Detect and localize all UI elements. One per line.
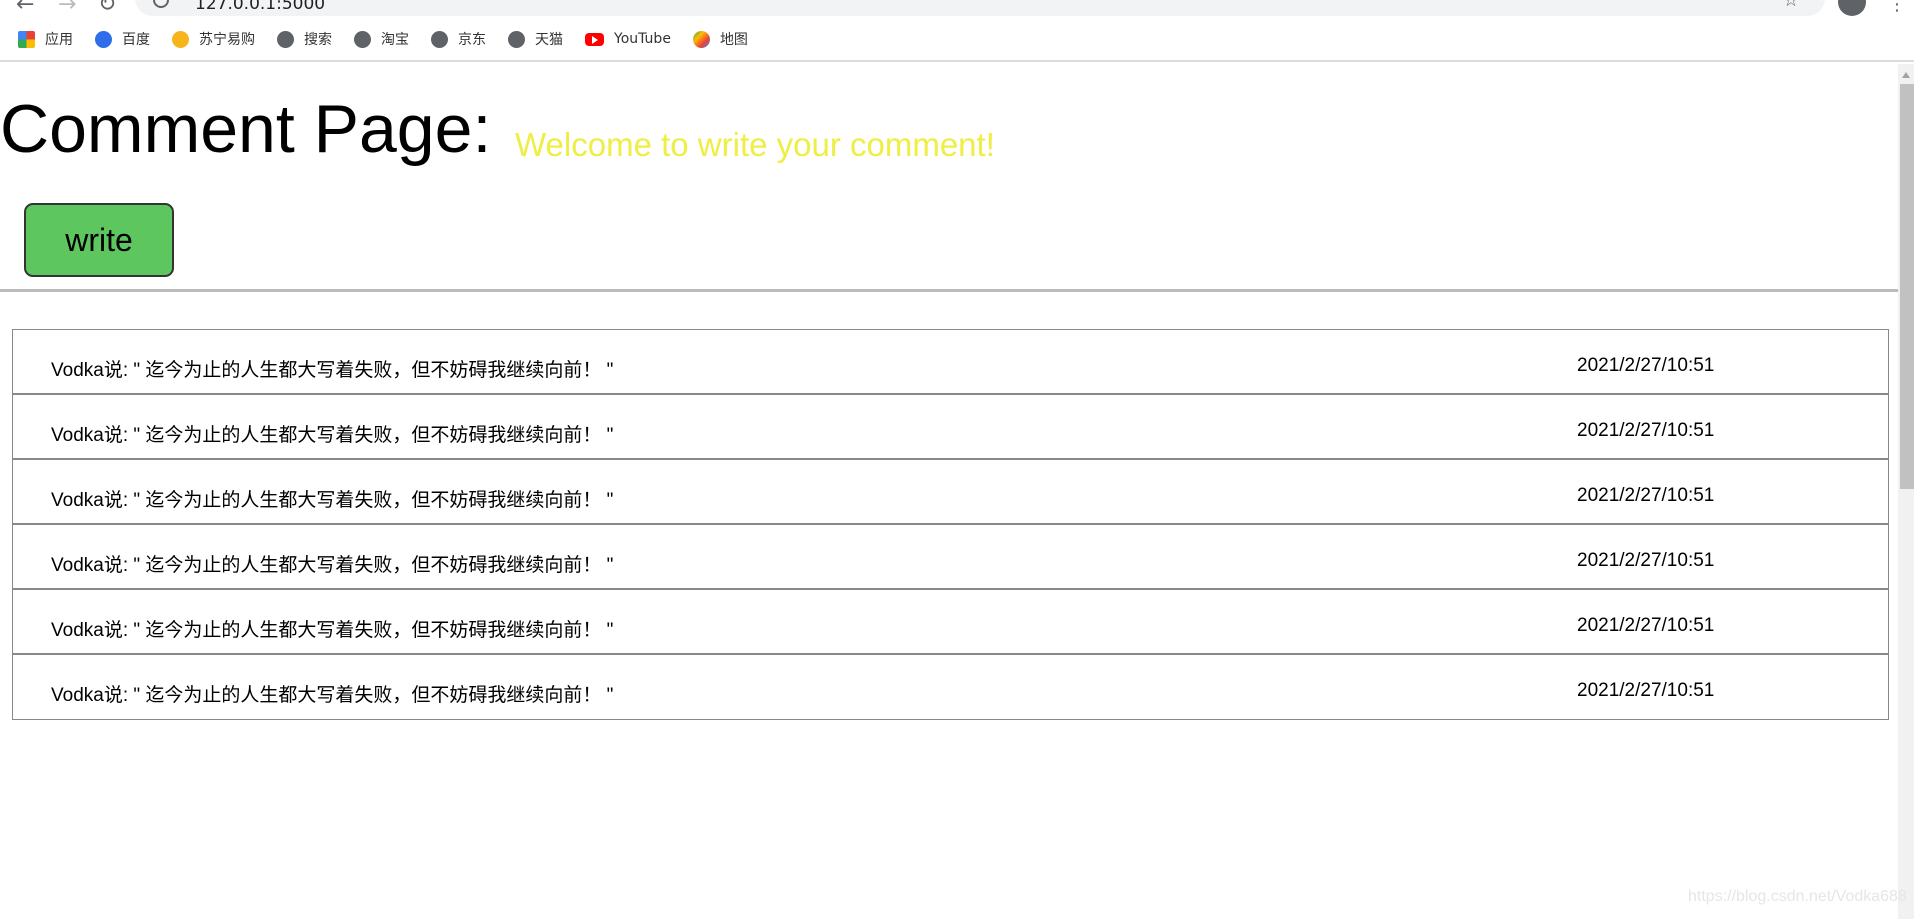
comment-text: Vodka说: " 迄今为止的人生都大写着失败，但不妨碍我继续向前！ ": [51, 555, 614, 576]
reload-icon[interactable]: ↻: [98, 0, 116, 17]
comment-row: Vodka说: " 迄今为止的人生都大写着失败，但不妨碍我继续向前！ " 2021…: [13, 655, 1888, 720]
info-icon[interactable]: [153, 0, 169, 8]
comment-row: Vodka说: " 迄今为止的人生都大写着失败，但不妨碍我继续向前！ " 2021…: [13, 395, 1888, 460]
bookmark-item[interactable]: 苏宁易购: [172, 29, 255, 49]
watermark: https://blog.csdn.net/Vodka688: [1688, 888, 1907, 905]
bookmark-label: YouTube: [614, 31, 671, 47]
apps-grid-icon: [18, 30, 35, 48]
bookmark-item[interactable]: 京东: [431, 29, 486, 49]
comment-row: Vodka说: " 迄今为止的人生都大写着失败，但不妨碍我继续向前！ " 2021…: [13, 525, 1888, 590]
forward-icon[interactable]: →: [58, 0, 76, 17]
bookmark-label: 淘宝: [381, 32, 409, 48]
bookmark-item[interactable]: YouTube: [585, 31, 671, 47]
comment-list: Vodka说: " 迄今为止的人生都大写着失败，但不妨碍我继续向前！ " 2021…: [12, 329, 1889, 720]
url-text: 127.0.0.1:5000: [195, 0, 326, 14]
bookmark-label: 百度: [122, 32, 150, 48]
divider: [0, 289, 1898, 292]
youtube-icon: [585, 32, 604, 46]
bookmarks-bar: 应用 百度 苏宁易购 搜索 淘宝 京东 天猫 YouTube 地图: [0, 18, 1914, 62]
baidu-paw-icon: [95, 30, 112, 48]
bookmark-item[interactable]: 地图: [692, 29, 748, 49]
comment-row: Vodka说: " 迄今为止的人生都大写着失败，但不妨碍我继续向前！ " 2021…: [13, 330, 1888, 395]
comment-date: 2021/2/27/10:51: [1577, 485, 1715, 506]
scrollbar-thumb[interactable]: [1900, 84, 1914, 489]
comment-date: 2021/2/27/10:51: [1577, 420, 1715, 441]
bookmark-item[interactable]: 淘宝: [354, 29, 409, 49]
comment-text: Vodka说: " 迄今为止的人生都大写着失败，但不妨碍我继续向前！ ": [51, 490, 614, 511]
comment-text: Vodka说: " 迄今为止的人生都大写着失败，但不妨碍我继续向前！ ": [51, 425, 614, 446]
comment-date: 2021/2/27/10:51: [1577, 355, 1715, 376]
bookmark-item[interactable]: 搜索: [277, 29, 332, 49]
scrollbar[interactable]: [1898, 64, 1914, 919]
comment-date: 2021/2/27/10:51: [1577, 680, 1715, 701]
comment-row: Vodka说: " 迄今为止的人生都大写着失败，但不妨碍我继续向前！ " 2021…: [13, 460, 1888, 525]
comment-text: Vodka说: " 迄今为止的人生都大写着失败，但不妨碍我继续向前！ ": [51, 360, 614, 381]
bookmark-label: 地图: [719, 32, 748, 48]
bookmark-label: 苏宁易购: [199, 32, 255, 48]
comment-date: 2021/2/27/10:51: [1577, 550, 1715, 571]
profile-icon[interactable]: [1838, 0, 1866, 16]
comment-date: 2021/2/27/10:51: [1577, 615, 1715, 636]
bookmark-label: 应用: [45, 32, 73, 48]
globe-icon: [354, 30, 371, 48]
star-icon[interactable]: ☆: [1783, 0, 1799, 11]
address-bar[interactable]: 127.0.0.1:5000 ☆: [135, 0, 1825, 16]
comment-page: Comment Page: Welcome to write your comm…: [0, 64, 1898, 919]
menu-icon[interactable]: ⋮: [1888, 0, 1906, 15]
bookmark-label: 天猫: [535, 32, 563, 48]
globe-icon: [277, 30, 294, 48]
welcome-text: Welcome to write your comment!: [515, 126, 995, 163]
comment-text: Vodka说: " 迄今为止的人生都大写着失败，但不妨碍我继续向前！ ": [51, 620, 614, 641]
globe-icon: [508, 30, 525, 48]
bookmark-item[interactable]: 天猫: [508, 29, 563, 49]
maps-icon: [692, 30, 710, 48]
suning-lion-icon: [172, 30, 189, 48]
comment-row: Vodka说: " 迄今为止的人生都大写着失败，但不妨碍我继续向前！ " 2021…: [13, 590, 1888, 655]
globe-icon: [431, 30, 448, 48]
back-icon[interactable]: ←: [16, 0, 34, 17]
browser-toolbar: ← → ↻ 127.0.0.1:5000 ☆ ⋮: [0, 0, 1914, 18]
bookmark-item[interactable]: 百度: [95, 29, 150, 49]
scroll-up-icon[interactable]: [1902, 72, 1910, 78]
bookmark-label: 搜索: [304, 32, 332, 48]
page-title: Comment Page:: [0, 91, 492, 167]
write-button[interactable]: write: [24, 203, 174, 277]
comment-text: Vodka说: " 迄今为止的人生都大写着失败，但不妨碍我继续向前！ ": [51, 685, 614, 706]
bookmark-item[interactable]: 应用: [18, 29, 73, 49]
bookmark-label: 京东: [458, 32, 486, 48]
